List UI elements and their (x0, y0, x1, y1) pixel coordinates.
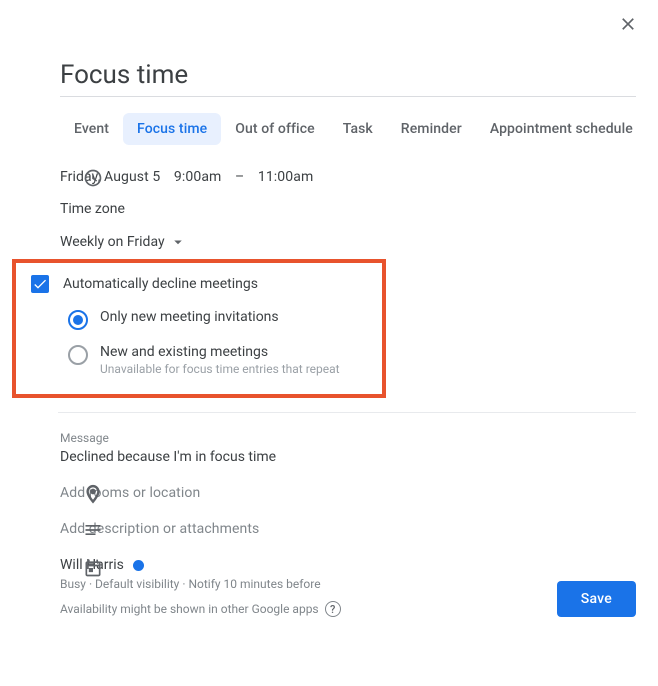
radio-only-new-label: Only new meeting invitations (100, 309, 279, 325)
start-time[interactable]: 9:00am (174, 169, 222, 185)
time-separator: – (235, 169, 244, 185)
description-input[interactable]: Add description or attachments (60, 521, 658, 537)
radio-only-new[interactable] (68, 310, 88, 330)
location-icon (83, 484, 103, 504)
event-type-tabs: Event Focus time Out of office Task Remi… (60, 113, 658, 145)
close-icon (618, 14, 638, 34)
recurrence-dropdown[interactable]: Weekly on Friday (60, 233, 658, 251)
recurrence-label: Weekly on Friday (60, 234, 165, 250)
clock-icon (83, 168, 103, 188)
calendar-owner[interactable]: Will Harris (60, 557, 658, 573)
location-input[interactable]: Add rooms or location (60, 485, 658, 501)
radio-new-and-existing[interactable] (68, 345, 88, 365)
date-label[interactable]: Friday, August 5 (60, 169, 160, 185)
tab-event[interactable]: Event (60, 113, 123, 145)
auto-decline-checkbox[interactable] (31, 275, 49, 293)
decline-message-input[interactable]: Declined because I'm in focus time (60, 449, 658, 465)
save-button[interactable]: Save (557, 581, 636, 617)
check-icon (32, 276, 48, 292)
timezone-button[interactable]: Time zone (60, 201, 658, 217)
tab-task[interactable]: Task (329, 113, 387, 145)
radio-new-and-existing-label: New and existing meetings (100, 344, 340, 360)
divider (58, 412, 636, 413)
radio-new-and-existing-sublabel: Unavailable for focus time entries that … (100, 362, 340, 376)
description-icon (83, 520, 103, 540)
help-icon[interactable]: ? (325, 601, 341, 617)
availability-note: Availability might be shown in other Goo… (60, 602, 319, 616)
tab-out-of-office[interactable]: Out of office (221, 113, 328, 145)
end-time[interactable]: 11:00am (258, 169, 313, 185)
caret-down-icon (169, 233, 187, 251)
tab-focus-time[interactable]: Focus time (123, 113, 221, 145)
tab-reminder[interactable]: Reminder (387, 113, 476, 145)
event-title-input[interactable]: Focus time (60, 60, 636, 90)
decline-message-label: Message (60, 431, 658, 445)
date-time-row[interactable]: Friday, August 5 9:00am – 11:00am (60, 169, 658, 185)
decline-meetings-section: Automatically decline meetings Only new … (12, 259, 386, 398)
close-button[interactable] (616, 12, 640, 36)
calendar-icon (83, 558, 103, 578)
calendar-color-dot (133, 560, 144, 571)
auto-decline-label: Automatically decline meetings (63, 276, 258, 292)
tab-appointment-schedule[interactable]: Appointment schedule (476, 113, 647, 145)
